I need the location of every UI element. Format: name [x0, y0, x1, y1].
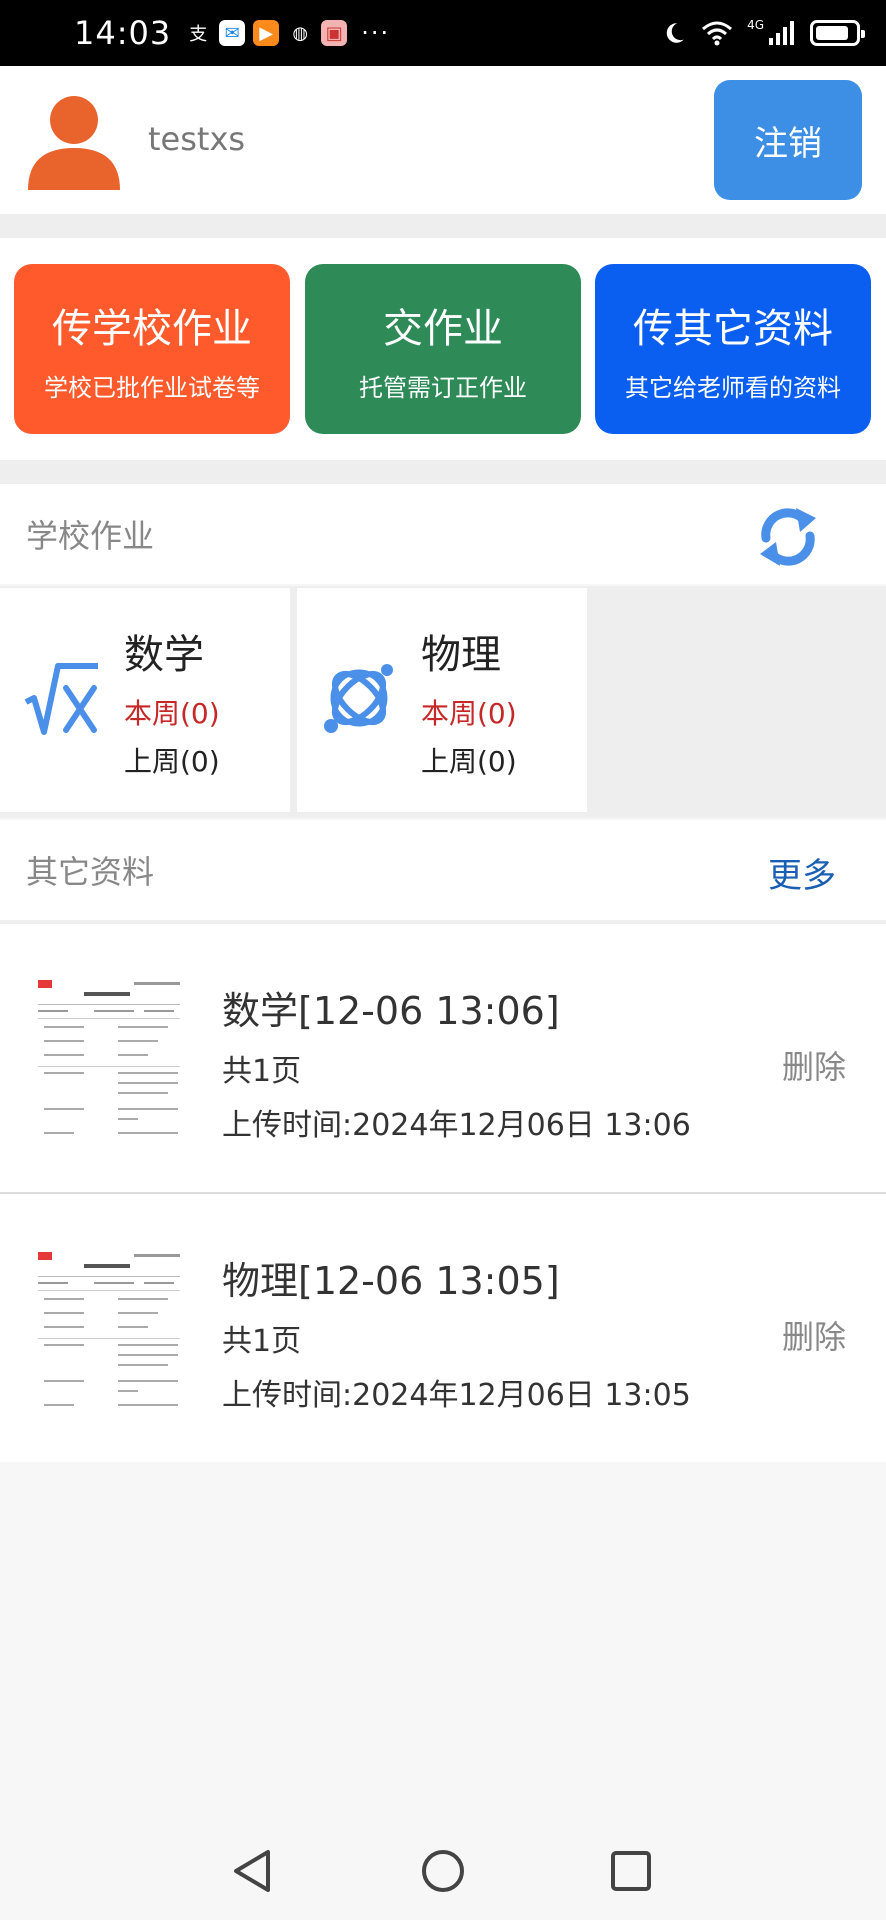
recent-apps-icon[interactable] — [606, 1846, 656, 1896]
this-week-count: 本周(0) — [421, 697, 517, 730]
delete-button[interactable]: 删除 — [782, 1312, 846, 1358]
signal-icon — [769, 21, 794, 45]
divider — [0, 214, 886, 238]
action-title: 传其它资料 — [633, 305, 833, 352]
status-time: 14:03 — [74, 14, 172, 52]
moon-icon — [666, 23, 684, 43]
document-thumbnail — [34, 1246, 184, 1416]
submit-homework-button[interactable]: 交作业 托管需订正作业 — [305, 264, 581, 434]
document-title: 物理[12-06 13:05] — [222, 1259, 560, 1303]
divider — [0, 460, 886, 484]
action-title: 传学校作业 — [52, 305, 252, 352]
logout-button[interactable]: 注销 — [714, 80, 862, 200]
home-icon[interactable] — [418, 1846, 468, 1896]
more-notifications-icon: ··· — [361, 19, 391, 47]
username: testxs — [148, 120, 246, 158]
this-week-count: 本周(0) — [124, 697, 220, 730]
notification-icons: 支 ✉ ▶ ◍ ▣ ··· — [185, 19, 390, 47]
upload-other-materials-button[interactable]: 传其它资料 其它给老师看的资料 — [595, 264, 871, 434]
section-title: 学校作业 — [26, 517, 155, 555]
subject-grid: 数学 本周(0) 上周(0) 物理 本周(0) 上周(0) — [0, 586, 886, 818]
document-pages: 共1页 — [222, 1324, 302, 1359]
alipay-icon: 支 — [189, 24, 208, 45]
subject-card-math[interactable]: 数学 本周(0) 上周(0) — [0, 588, 290, 812]
user-header: testxs 注销 — [0, 66, 886, 214]
network-type-label: 4G — [747, 18, 764, 32]
status-bar: 14:03 支 ✉ ▶ ◍ ▣ ··· 4G — [0, 0, 886, 66]
action-subtitle: 托管需订正作业 — [359, 373, 527, 402]
system-icons: 4G — [661, 18, 865, 46]
action-subtitle: 学校已批作业试卷等 — [44, 373, 260, 402]
document-item[interactable]: 数学[12-06 13:06] 共1页 上传时间:2024年12月06日 13:… — [0, 924, 886, 1192]
sqrt-x-icon — [24, 663, 98, 735]
document-title: 数学[12-06 13:06] — [222, 989, 560, 1033]
refresh-icon[interactable] — [756, 502, 820, 570]
battery-icon — [810, 20, 865, 46]
more-link[interactable]: 更多 — [768, 848, 836, 897]
atom-icon — [324, 664, 393, 733]
chat-app-icon: ✉ — [219, 20, 246, 46]
document-pages: 共1页 — [222, 1054, 302, 1089]
subject-name: 物理 — [421, 632, 501, 678]
battery-level — [816, 26, 849, 40]
video-app-icon: ▶ — [253, 20, 280, 46]
action-subtitle: 其它给老师看的资料 — [625, 373, 841, 402]
action-buttons: 传学校作业 学校已批作业试卷等 交作业 托管需订正作业 传其它资料 其它给老师看… — [0, 238, 886, 460]
last-week-count: 上周(0) — [124, 745, 220, 778]
document-upload-time: 上传时间:2024年12月06日 13:06 — [222, 1108, 691, 1143]
back-icon[interactable] — [228, 1846, 278, 1896]
document-upload-time: 上传时间:2024年12月06日 13:05 — [222, 1378, 691, 1413]
delete-button[interactable]: 删除 — [782, 1042, 846, 1088]
document-thumbnail — [34, 974, 184, 1144]
action-title: 交作业 — [383, 305, 503, 352]
upload-school-homework-button[interactable]: 传学校作业 学校已批作业试卷等 — [14, 264, 290, 434]
navigation-bar — [0, 1816, 886, 1920]
subject-name: 数学 — [124, 632, 204, 678]
shop-app-icon: ▣ — [321, 20, 348, 46]
school-homework-header: 学校作业 — [0, 484, 886, 584]
wifi-icon — [702, 21, 733, 46]
other-materials-header: 其它资料 更多 — [0, 820, 886, 920]
avatar-icon — [28, 96, 120, 190]
document-item[interactable]: 物理[12-06 13:05] 共1页 上传时间:2024年12月06日 13:… — [0, 1194, 886, 1462]
section-title: 其它资料 — [26, 853, 155, 891]
browser-app-icon: ◍ — [292, 22, 309, 44]
last-week-count: 上周(0) — [421, 745, 517, 778]
subject-card-physics[interactable]: 物理 本周(0) 上周(0) — [297, 588, 587, 812]
